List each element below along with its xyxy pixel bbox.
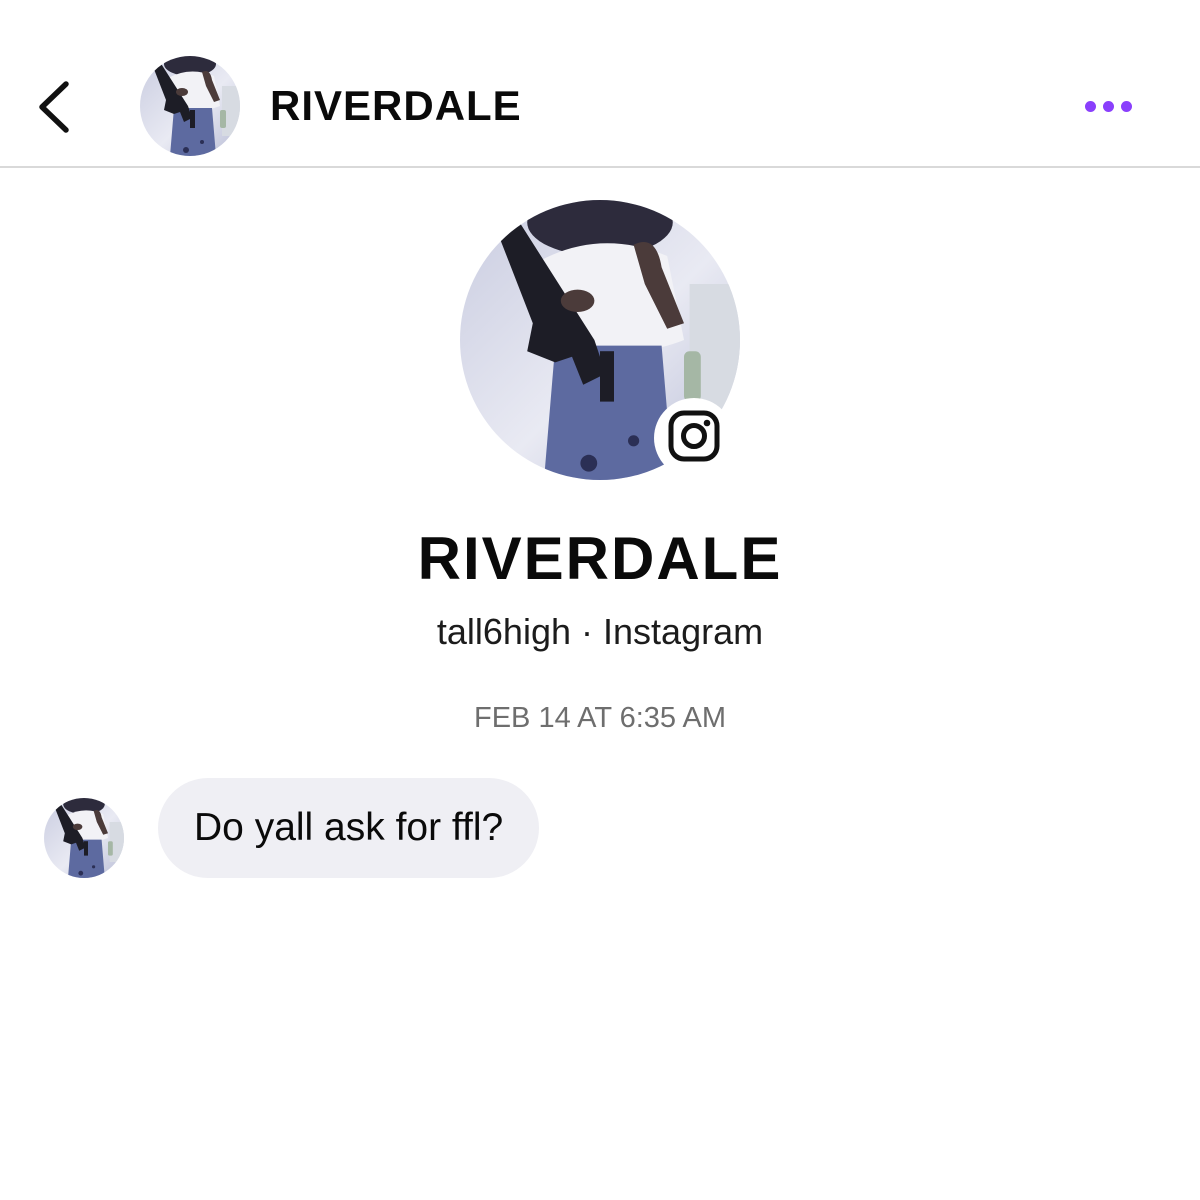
instagram-icon xyxy=(666,408,722,469)
message-text: Do yall ask for ffl? xyxy=(194,806,504,849)
back-button[interactable] xyxy=(22,66,86,146)
message-bubble[interactable]: Do yall ask for ffl? xyxy=(158,778,540,878)
conversation-header: RIVERDALE xyxy=(0,0,1200,168)
chevron-left-icon xyxy=(22,66,86,146)
subtitle-separator: · xyxy=(581,611,594,652)
header-avatar[interactable] xyxy=(140,56,240,156)
more-horizontal-icon xyxy=(1084,100,1132,112)
profile-username: tall6high xyxy=(436,611,571,652)
profile-name: RIVERDALE xyxy=(417,525,783,592)
header-title[interactable]: RIVERDALE xyxy=(270,80,522,132)
profile-subtitle: tall6high · Instagram xyxy=(0,610,1200,654)
sender-avatar[interactable] xyxy=(44,798,124,878)
profile-platform: Instagram xyxy=(603,611,764,652)
more-options-button[interactable] xyxy=(1072,88,1144,124)
message-timestamp: FEB 14 AT 6:35 AM xyxy=(473,702,726,734)
instagram-badge xyxy=(654,398,734,478)
